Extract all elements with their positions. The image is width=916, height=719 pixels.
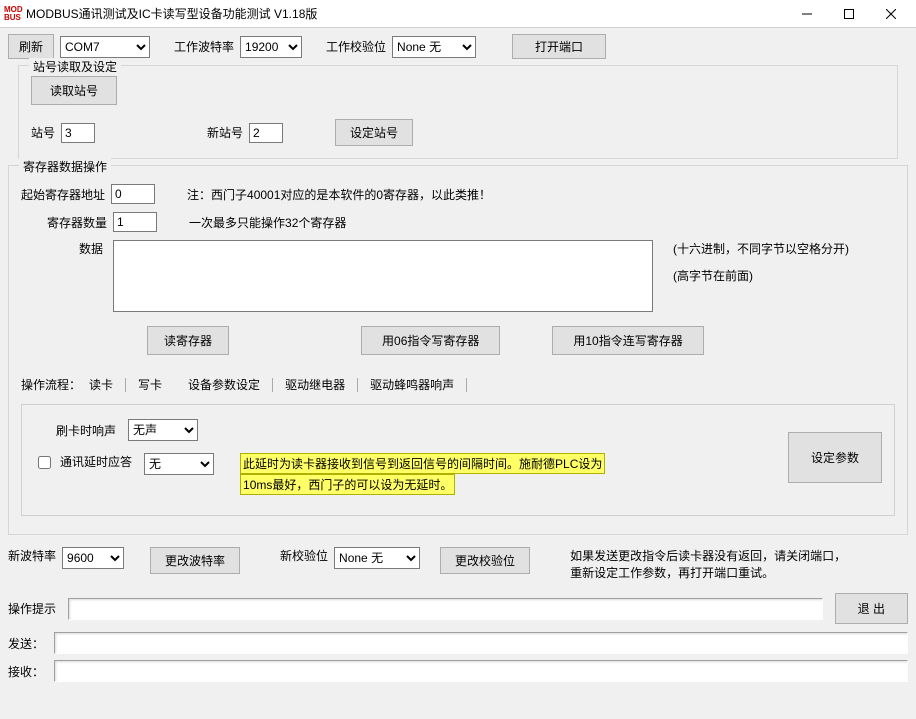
new-station-label: 新站号	[207, 124, 243, 141]
exit-button[interactable]: 退 出	[835, 593, 908, 624]
read-register-button[interactable]: 读寄存器	[147, 326, 229, 355]
station-input[interactable]	[61, 123, 95, 143]
delay-select[interactable]: 无	[144, 453, 214, 475]
data-textarea[interactable]	[113, 240, 653, 312]
minimize-button[interactable]	[786, 0, 828, 27]
tab-separator	[466, 378, 467, 392]
close-button[interactable]	[870, 0, 912, 27]
send-label: 发送：	[8, 635, 48, 652]
app-icon: MODBUS	[4, 6, 24, 22]
window-title: MODBUS通讯测试及IC卡读写型设备功能测试 V1.18版	[24, 5, 786, 22]
maximize-button[interactable]	[828, 0, 870, 27]
data-label: 数据	[21, 240, 107, 257]
delay-label: 通讯延时应答	[60, 453, 132, 470]
tab-separator	[125, 378, 126, 392]
tab-device-params[interactable]: 设备参数设定	[180, 373, 268, 396]
bottom-info-l1: 如果发送更改指令后读卡器没有返回，请关闭端口，	[570, 547, 846, 564]
count-input[interactable]	[113, 212, 157, 232]
tips-label: 操作提示	[8, 600, 56, 617]
delay-checkbox[interactable]	[38, 456, 51, 469]
highlight-note-l1: 此延时为读卡器接收到信号到返回信号的间隔时间。施耐德PLC设为	[240, 453, 605, 474]
highlight-note-l2: 10ms最好，西门子的可以设为无延时。	[240, 474, 455, 495]
bottom-info-l2: 重新设定工作参数，再打开端口重试。	[570, 564, 846, 581]
station-legend: 站号读取及设定	[29, 58, 121, 75]
newparity-label: 新校验位	[280, 547, 328, 564]
register-note1: 注：西门子40001对应的是本软件的0寄存器，以此类推！	[187, 186, 491, 203]
tab-separator	[357, 378, 358, 392]
hint-hex: (十六进制，不同字节以空格分开)	[673, 240, 849, 257]
hint-highbyte: (高字节在前面)	[673, 267, 849, 284]
sound-label: 刷卡时响声	[56, 422, 116, 439]
recv-label: 接收：	[8, 663, 48, 680]
flow-label: 操作流程：	[21, 376, 81, 393]
tips-display	[68, 598, 823, 620]
params-frame: 刷卡时响声 无声 通讯延时应答 无 此延时为读卡器接收到信号到返回信号的间隔时间…	[21, 404, 895, 516]
register-groupbox: 寄存器数据操作 起始寄存器地址 注：西门子40001对应的是本软件的0寄存器，以…	[8, 165, 908, 535]
baud-label: 工作波特率	[174, 38, 234, 55]
register-legend: 寄存器数据操作	[19, 158, 111, 175]
tab-separator	[272, 378, 273, 392]
parity-select[interactable]: None 无	[392, 36, 476, 58]
start-addr-input[interactable]	[111, 184, 155, 204]
tab-buzzer[interactable]: 驱动蜂鸣器响声	[362, 373, 462, 396]
refresh-button[interactable]: 刷新	[8, 34, 54, 59]
write06-button[interactable]: 用06指令写寄存器	[361, 326, 500, 355]
change-baud-button[interactable]: 更改波特率	[150, 547, 240, 574]
parity-label: 工作校验位	[326, 38, 386, 55]
flow-tabs: 操作流程： 读卡 写卡 设备参数设定 驱动继电器 驱动蜂鸣器响声	[21, 373, 895, 396]
change-parity-button[interactable]: 更改校验位	[440, 547, 530, 574]
baud-select[interactable]: 19200	[240, 36, 302, 58]
tab-writecard[interactable]: 写卡	[130, 373, 170, 396]
count-label: 寄存器数量	[47, 214, 107, 231]
titlebar: MODBUS MODBUS通讯测试及IC卡读写型设备功能测试 V1.18版	[0, 0, 916, 28]
station-label: 站号	[31, 124, 55, 141]
read-station-button[interactable]: 读取站号	[31, 76, 117, 105]
station-groupbox: 站号读取及设定 读取站号 站号 新站号 设定站号	[18, 65, 898, 159]
start-addr-label: 起始寄存器地址	[21, 186, 105, 203]
set-params-button[interactable]: 设定参数	[788, 432, 882, 483]
com-port-select[interactable]: COM7	[60, 36, 150, 58]
newbaud-label: 新波特率	[8, 547, 56, 564]
register-note2: 一次最多只能操作32个寄存器	[189, 214, 346, 231]
newbaud-select[interactable]: 9600	[62, 547, 124, 569]
open-port-button[interactable]: 打开端口	[512, 34, 606, 59]
tab-relay[interactable]: 驱动继电器	[277, 373, 353, 396]
sound-select[interactable]: 无声	[128, 419, 198, 441]
send-display	[54, 632, 908, 654]
new-station-input[interactable]	[249, 123, 283, 143]
newparity-select[interactable]: None 无	[334, 547, 420, 569]
recv-display	[54, 660, 908, 682]
set-station-button[interactable]: 设定站号	[335, 119, 413, 146]
tab-readcard[interactable]: 读卡	[81, 373, 121, 396]
write10-button[interactable]: 用10指令连写寄存器	[552, 326, 703, 355]
